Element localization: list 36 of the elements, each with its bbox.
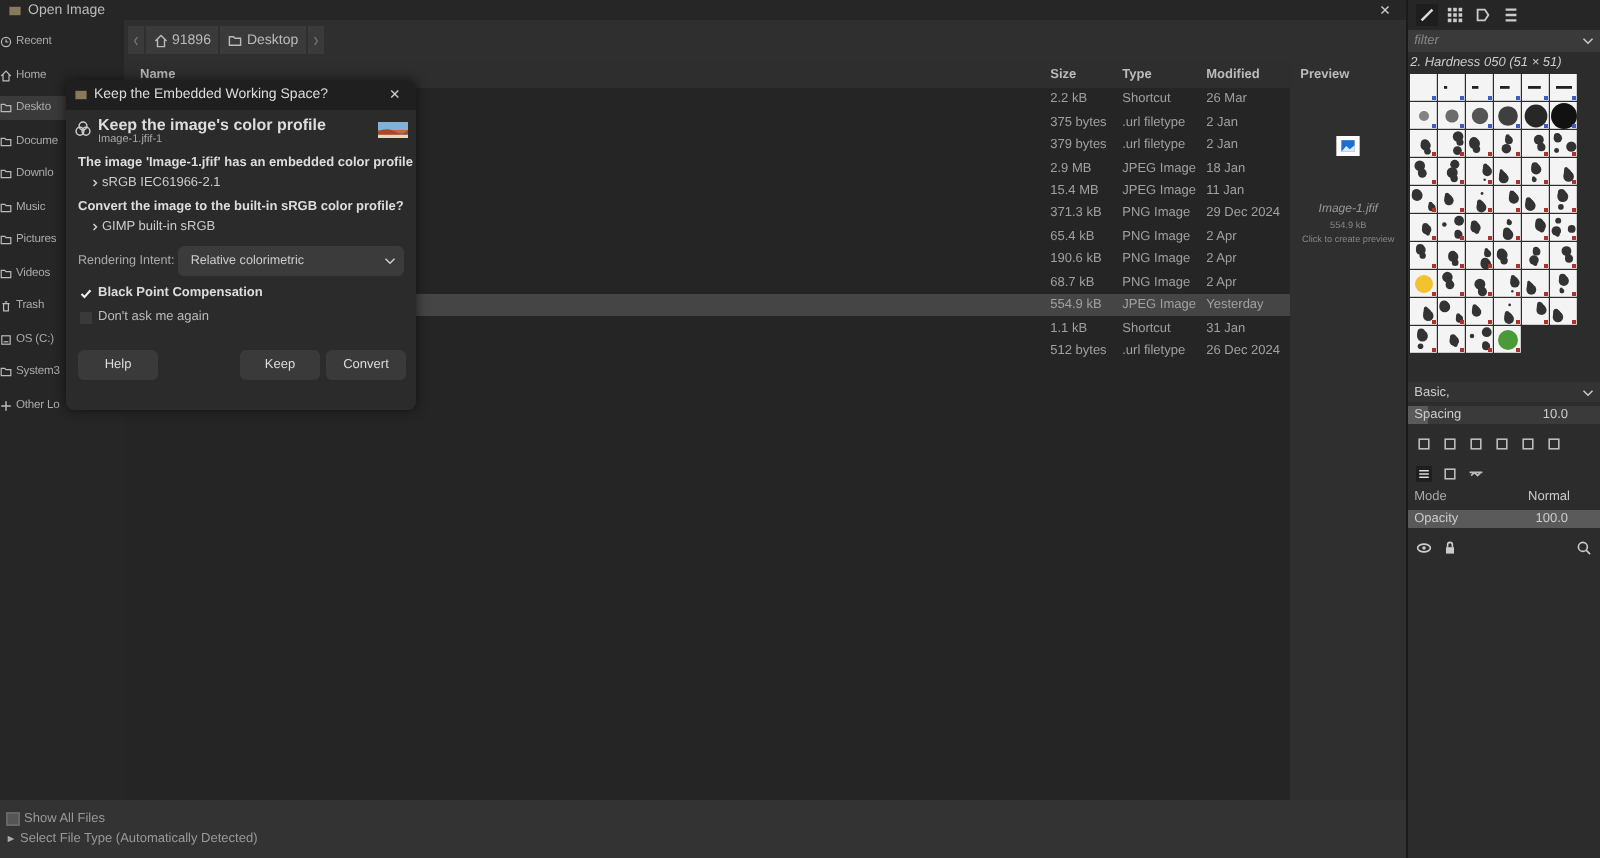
- app-icon: [74, 88, 88, 102]
- eye-icon[interactable]: [1416, 539, 1433, 555]
- clock-icon: [0, 36, 12, 48]
- close-button[interactable]: ×: [1371, 1, 1399, 19]
- folder-icon: [0, 366, 12, 378]
- plus-icon: [0, 399, 12, 411]
- layers-icon[interactable]: [1416, 465, 1433, 481]
- brush-grid-drawing[interactable]: [1410, 74, 1579, 354]
- folder-icon: [0, 201, 12, 213]
- grid-tab-icon[interactable]: [1444, 4, 1467, 26]
- home-icon: [0, 69, 12, 81]
- folder-icon: [0, 135, 12, 147]
- search-icon[interactable]: [1576, 539, 1592, 555]
- color-profile-icon: [74, 120, 92, 138]
- caret-icon: [1582, 387, 1594, 397]
- chevron-right-icon: [92, 178, 98, 188]
- chevron-left-icon: [132, 33, 140, 47]
- brush-tab-icon[interactable]: [1416, 4, 1439, 26]
- drive-icon: [0, 333, 12, 345]
- folder-icon: [0, 267, 12, 279]
- expander-icon: [6, 834, 16, 844]
- home-icon: [154, 33, 168, 47]
- folder-icon: [0, 168, 12, 180]
- caret-icon: [1582, 36, 1594, 46]
- checkbox[interactable]: [6, 812, 20, 826]
- folder-icon: [0, 102, 12, 114]
- chevron-right-icon: [92, 222, 98, 232]
- close-button[interactable]: ×: [381, 86, 408, 104]
- folder-icon: [228, 33, 243, 47]
- folder-icon: [0, 234, 12, 246]
- image-icon: [1336, 136, 1361, 156]
- dialog-heading: Keep the image's color profile: [98, 116, 326, 134]
- app-icon: [8, 3, 22, 17]
- chevron-right-icon: [312, 33, 321, 47]
- caret-icon: [384, 256, 396, 266]
- trash-icon: [0, 300, 12, 312]
